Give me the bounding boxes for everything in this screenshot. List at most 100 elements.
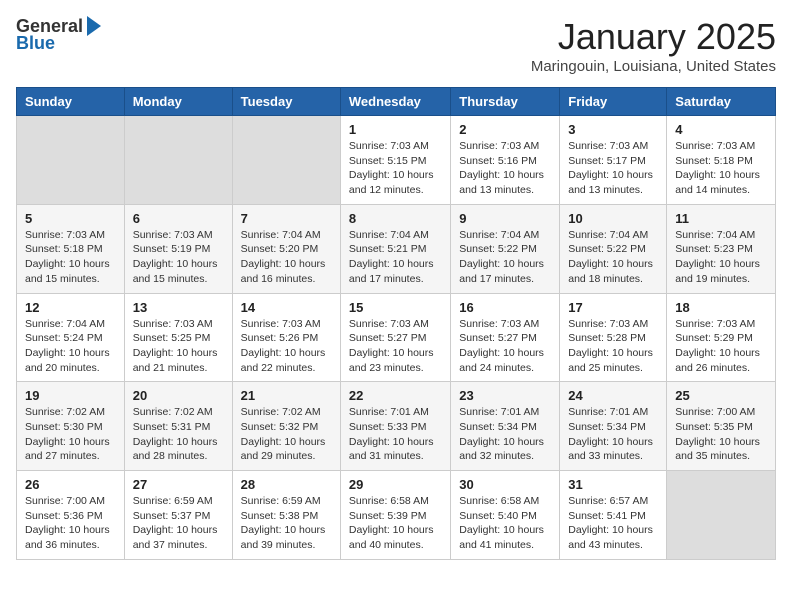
day-cell (17, 116, 125, 205)
logo-blue-text: Blue (16, 33, 55, 54)
day-cell: 31 Sunrise: 6:57 AMSunset: 5:41 PMDayligh… (560, 471, 667, 560)
day-info: Sunrise: 7:03 AMSunset: 5:28 PMDaylight:… (568, 317, 658, 376)
header-thursday: Thursday (451, 88, 560, 116)
day-cell (667, 471, 776, 560)
day-number: 8 (349, 211, 442, 226)
day-info: Sunrise: 7:00 AMSunset: 5:35 PMDaylight:… (675, 405, 767, 464)
day-info: Sunrise: 7:03 AMSunset: 5:27 PMDaylight:… (349, 317, 442, 376)
day-number: 5 (25, 211, 116, 226)
day-number: 14 (241, 300, 332, 315)
day-cell: 27 Sunrise: 6:59 AMSunset: 5:37 PMDayligh… (124, 471, 232, 560)
day-cell: 5 Sunrise: 7:03 AMSunset: 5:18 PMDaylight… (17, 204, 125, 293)
day-info: Sunrise: 7:01 AMSunset: 5:34 PMDaylight:… (459, 405, 551, 464)
page-header: General Blue January 2025 Maringouin, Lo… (16, 16, 776, 75)
calendar-title: January 2025 (531, 16, 776, 58)
day-number: 7 (241, 211, 332, 226)
day-number: 26 (25, 477, 116, 492)
day-cell: 29Sunrise: 6:58 AMSunset: 5:39 PMDayligh… (340, 471, 450, 560)
day-info: Sunrise: 7:03 AMSunset: 5:19 PMDaylight:… (133, 228, 224, 287)
day-info: Sunrise: 7:03 AMSunset: 5:29 PMDaylight:… (675, 317, 767, 376)
day-info: Sunrise: 7:03 AMSunset: 5:18 PMDaylight:… (675, 139, 767, 198)
day-number: 19 (25, 388, 116, 403)
week-row-4: 19 Sunrise: 7:02 AMSunset: 5:30 PMDayligh… (17, 382, 776, 471)
day-info: Sunrise: 7:02 AMSunset: 5:30 PMDaylight:… (25, 405, 116, 464)
day-number: 10 (568, 211, 658, 226)
day-number: 21 (241, 388, 332, 403)
day-number: 4 (675, 122, 767, 137)
day-cell: 9 Sunrise: 7:04 AMSunset: 5:22 PMDaylight… (451, 204, 560, 293)
day-cell: 23 Sunrise: 7:01 AMSunset: 5:34 PMDayligh… (451, 382, 560, 471)
day-info: Sunrise: 7:04 AMSunset: 5:22 PMDaylight:… (459, 228, 551, 287)
day-number: 2 (459, 122, 551, 137)
week-row-2: 5 Sunrise: 7:03 AMSunset: 5:18 PMDaylight… (17, 204, 776, 293)
day-cell: 19 Sunrise: 7:02 AMSunset: 5:30 PMDayligh… (17, 382, 125, 471)
day-cell: 1 Sunrise: 7:03 AMSunset: 5:15 PMDaylight… (340, 116, 450, 205)
day-number: 6 (133, 211, 224, 226)
day-number: 25 (675, 388, 767, 403)
header-sunday: Sunday (17, 88, 125, 116)
day-info: Sunrise: 7:03 AMSunset: 5:27 PMDaylight:… (459, 317, 551, 376)
day-cell: 14 Sunrise: 7:03 AMSunset: 5:26 PMDayligh… (232, 293, 340, 382)
header-monday: Monday (124, 88, 232, 116)
day-cell: 6 Sunrise: 7:03 AMSunset: 5:19 PMDaylight… (124, 204, 232, 293)
day-info: Sunrise: 6:59 AMSunset: 5:37 PMDaylight:… (133, 494, 224, 553)
day-info: Sunrise: 7:01 AMSunset: 5:33 PMDaylight:… (349, 405, 442, 464)
header-saturday: Saturday (667, 88, 776, 116)
day-cell: 21 Sunrise: 7:02 AMSunset: 5:32 PMDayligh… (232, 382, 340, 471)
day-number: 27 (133, 477, 224, 492)
title-section: January 2025 Maringouin, Louisiana, Unit… (531, 16, 776, 75)
day-number: 20 (133, 388, 224, 403)
day-cell: 24Sunrise: 7:01 AMSunset: 5:34 PMDayligh… (560, 382, 667, 471)
day-info: Sunrise: 6:58 AMSunset: 5:39 PMDaylight:… (349, 494, 442, 553)
day-number: 9 (459, 211, 551, 226)
header-row: SundayMondayTuesdayWednesdayThursdayFrid… (17, 88, 776, 116)
day-cell (124, 116, 232, 205)
day-cell: 13Sunrise: 7:03 AMSunset: 5:25 PMDayligh… (124, 293, 232, 382)
day-cell: 20 Sunrise: 7:02 AMSunset: 5:31 PMDayligh… (124, 382, 232, 471)
day-cell: 25 Sunrise: 7:00 AMSunset: 5:35 PMDayligh… (667, 382, 776, 471)
calendar-subtitle: Maringouin, Louisiana, United States (531, 58, 776, 75)
day-number: 11 (675, 211, 767, 226)
day-info: Sunrise: 7:04 AMSunset: 5:23 PMDaylight:… (675, 228, 767, 287)
day-cell: 16 Sunrise: 7:03 AMSunset: 5:27 PMDayligh… (451, 293, 560, 382)
day-info: Sunrise: 6:57 AMSunset: 5:41 PMDaylight:… (568, 494, 658, 553)
day-cell: 2Sunrise: 7:03 AMSunset: 5:16 PMDaylight… (451, 116, 560, 205)
day-info: Sunrise: 7:04 AMSunset: 5:20 PMDaylight:… (241, 228, 332, 287)
day-cell: 8 Sunrise: 7:04 AMSunset: 5:21 PMDaylight… (340, 204, 450, 293)
day-info: Sunrise: 6:59 AMSunset: 5:38 PMDaylight:… (241, 494, 332, 553)
day-info: Sunrise: 7:03 AMSunset: 5:17 PMDaylight:… (568, 139, 658, 198)
week-row-1: 1 Sunrise: 7:03 AMSunset: 5:15 PMDaylight… (17, 116, 776, 205)
day-number: 17 (568, 300, 658, 315)
day-number: 3 (568, 122, 658, 137)
day-cell: 22 Sunrise: 7:01 AMSunset: 5:33 PMDayligh… (340, 382, 450, 471)
week-row-5: 26 Sunrise: 7:00 AMSunset: 5:36 PMDayligh… (17, 471, 776, 560)
day-info: Sunrise: 7:02 AMSunset: 5:31 PMDaylight:… (133, 405, 224, 464)
day-info: Sunrise: 7:00 AMSunset: 5:36 PMDaylight:… (25, 494, 116, 553)
day-number: 22 (349, 388, 442, 403)
day-cell: 7 Sunrise: 7:04 AMSunset: 5:20 PMDaylight… (232, 204, 340, 293)
week-row-3: 12Sunrise: 7:04 AMSunset: 5:24 PMDayligh… (17, 293, 776, 382)
day-number: 24 (568, 388, 658, 403)
logo: General Blue (16, 16, 101, 54)
day-info: Sunrise: 7:03 AMSunset: 5:18 PMDaylight:… (25, 228, 116, 287)
day-info: Sunrise: 7:04 AMSunset: 5:24 PMDaylight:… (25, 317, 116, 376)
day-cell: 17 Sunrise: 7:03 AMSunset: 5:28 PMDayligh… (560, 293, 667, 382)
day-number: 31 (568, 477, 658, 492)
day-info: Sunrise: 7:04 AMSunset: 5:21 PMDaylight:… (349, 228, 442, 287)
day-number: 1 (349, 122, 442, 137)
day-cell: 4 Sunrise: 7:03 AMSunset: 5:18 PMDaylight… (667, 116, 776, 205)
day-info: Sunrise: 7:03 AMSunset: 5:15 PMDaylight:… (349, 139, 442, 198)
day-number: 23 (459, 388, 551, 403)
day-number: 15 (349, 300, 442, 315)
day-cell: 18Sunrise: 7:03 AMSunset: 5:29 PMDayligh… (667, 293, 776, 382)
day-cell: 10Sunrise: 7:04 AMSunset: 5:22 PMDayligh… (560, 204, 667, 293)
day-number: 16 (459, 300, 551, 315)
day-info: Sunrise: 7:02 AMSunset: 5:32 PMDaylight:… (241, 405, 332, 464)
day-cell (232, 116, 340, 205)
day-info: Sunrise: 7:03 AMSunset: 5:26 PMDaylight:… (241, 317, 332, 376)
day-number: 30 (459, 477, 551, 492)
day-cell: 30Sunrise: 6:58 AMSunset: 5:40 PMDayligh… (451, 471, 560, 560)
day-cell: 12Sunrise: 7:04 AMSunset: 5:24 PMDayligh… (17, 293, 125, 382)
day-cell: 28 Sunrise: 6:59 AMSunset: 5:38 PMDayligh… (232, 471, 340, 560)
day-number: 28 (241, 477, 332, 492)
